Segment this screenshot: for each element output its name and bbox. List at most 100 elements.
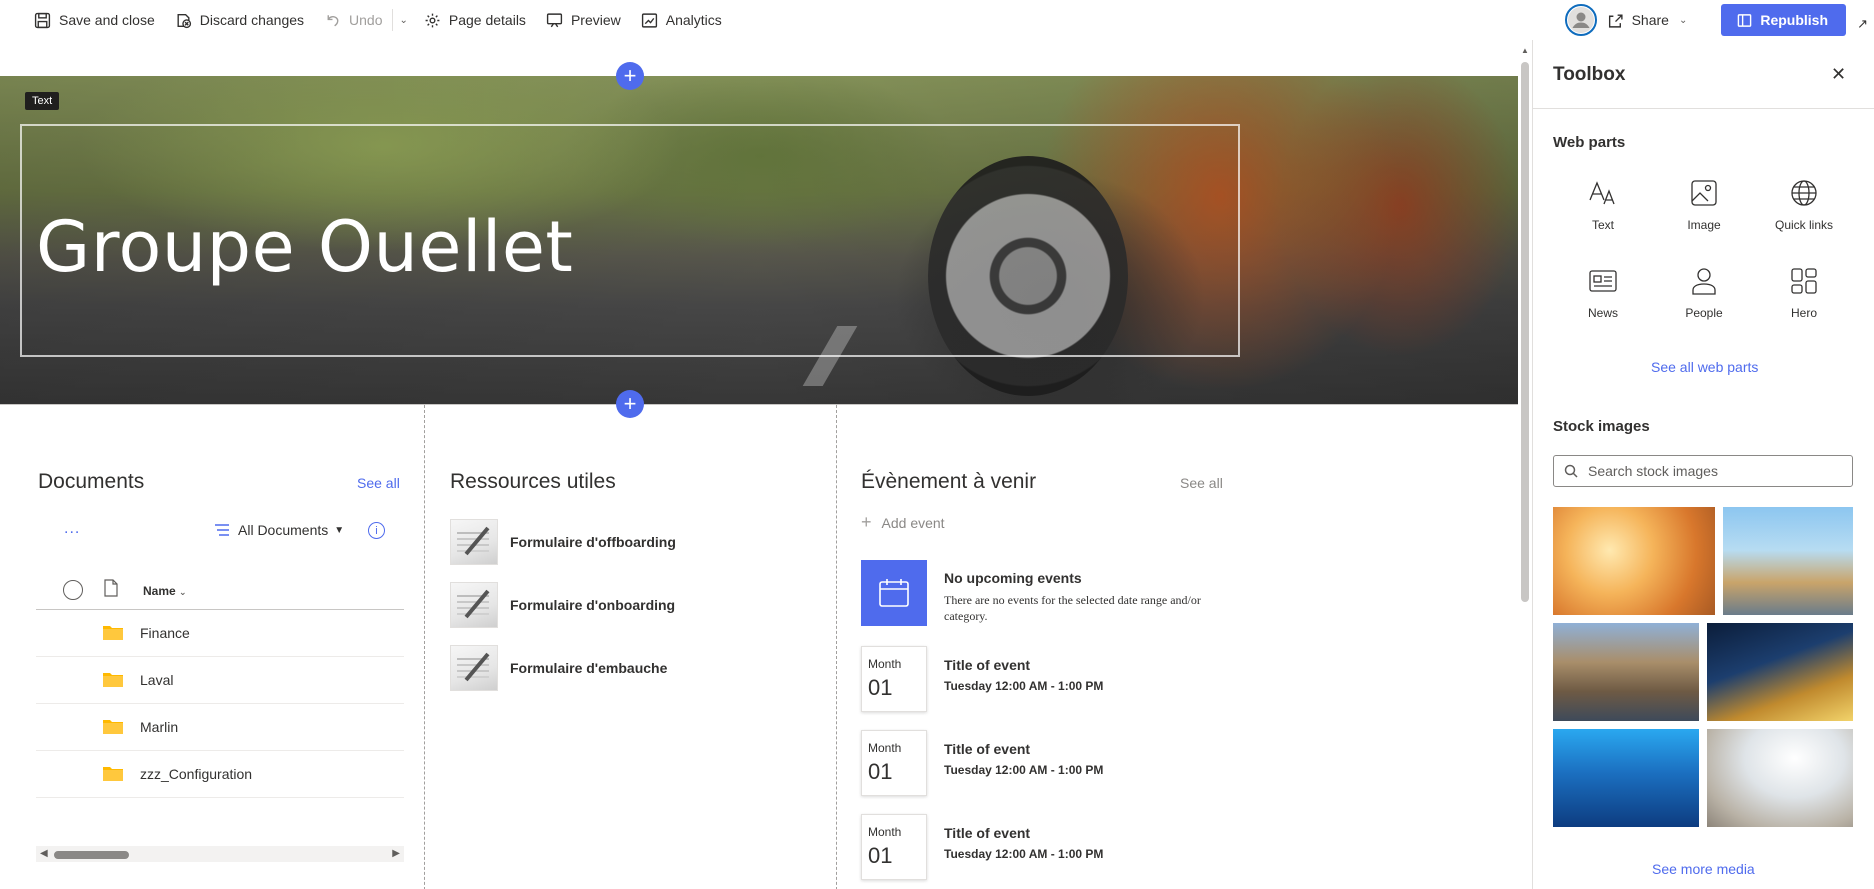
page-details-button[interactable]: Page details	[414, 0, 536, 40]
table-row[interactable]: Finance	[36, 610, 404, 657]
horizontal-scrollbar[interactable]: ◀ ▶	[36, 846, 404, 862]
stock-image-light-trails[interactable]	[1707, 623, 1853, 721]
event-date-tile: Month 01	[861, 814, 927, 880]
name-column-header[interactable]: Name ⌄	[143, 584, 187, 598]
gear-icon	[425, 13, 440, 27]
analytics-label: Analytics	[665, 12, 722, 28]
row-name[interactable]: Laval	[140, 672, 173, 688]
table-row[interactable]: zzz_Configuration	[36, 751, 404, 798]
preview-button[interactable]: Preview	[536, 0, 631, 40]
view-selector[interactable]: All Documents ▼	[214, 522, 344, 538]
document-thumbnail-icon	[450, 645, 498, 691]
hero-banner[interactable]: Text Groupe Ouellet	[0, 76, 1518, 404]
events-see-all-link[interactable]: See all	[1180, 475, 1223, 491]
select-all-radio[interactable]	[63, 580, 83, 600]
close-icon[interactable]: ✕	[1831, 64, 1846, 85]
row-name[interactable]: Marlin	[140, 719, 178, 735]
documents-toolbar: ... All Documents ▼ i	[36, 518, 404, 548]
webpart-image[interactable]: Image	[1654, 178, 1754, 248]
events-webpart: Évènement à venir See all + Add event No…	[861, 470, 1241, 880]
webpart-label: Image	[1687, 218, 1721, 232]
documents-see-all-link[interactable]: See all	[357, 475, 400, 491]
scroll-right-icon[interactable]: ▶	[392, 848, 400, 859]
undo-dropdown-chevron-icon[interactable]: ⌄	[395, 15, 413, 26]
discard-changes-button[interactable]: Discard changes	[165, 0, 314, 40]
event-month: Month	[868, 825, 902, 839]
resource-label: Formulaire d'embauche	[510, 660, 668, 676]
undo-label: Undo	[349, 12, 383, 28]
command-bar: Save and close Discard changes Undo ⌄ Pa…	[0, 0, 1874, 40]
list-view-icon	[215, 524, 229, 536]
no-events-description: There are no events for the selected dat…	[944, 593, 1201, 623]
row-name[interactable]: Finance	[140, 625, 190, 641]
undo-button[interactable]: Undo	[314, 0, 392, 40]
expand-arrow-icon[interactable]: ↗	[1857, 16, 1868, 32]
see-all-web-parts-link[interactable]: See all web parts	[1651, 359, 1758, 375]
search-input[interactable]	[1588, 463, 1838, 479]
image-icon	[1691, 180, 1717, 206]
folder-icon	[103, 720, 123, 734]
undo-divider	[392, 9, 394, 31]
republish-label: Republish	[1760, 12, 1828, 28]
table-row[interactable]: Laval	[36, 657, 404, 704]
resources-title: Ressources utiles	[450, 470, 616, 493]
toolbox-title: Toolbox	[1553, 64, 1626, 85]
webpart-news[interactable]: News	[1553, 266, 1653, 336]
undo-icon	[327, 14, 339, 26]
share-button[interactable]: Share ⌄	[1607, 0, 1698, 40]
stock-image-city-tower[interactable]	[1723, 507, 1853, 615]
hero-title[interactable]: Groupe Ouellet	[36, 206, 573, 288]
more-options-button[interactable]: ...	[64, 520, 80, 538]
analytics-icon	[641, 12, 657, 28]
event-title[interactable]: Title of event	[944, 741, 1030, 757]
share-icon	[1608, 13, 1623, 28]
event-time: Tuesday 12:00 AM - 1:00 PM	[944, 763, 1104, 777]
webpart-label: Quick links	[1774, 218, 1833, 232]
info-icon[interactable]: i	[368, 522, 385, 539]
no-events-title: No upcoming events	[944, 570, 1082, 586]
webpart-text[interactable]: Text	[1553, 178, 1653, 248]
add-section-middle-button[interactable]: +	[616, 390, 644, 418]
resource-link[interactable]: Formulaire d'onboarding	[450, 581, 675, 629]
webpart-quick-links[interactable]: Quick links	[1754, 178, 1854, 248]
stock-image-canal[interactable]	[1553, 623, 1699, 721]
share-chevron-icon: ⌄	[1678, 14, 1688, 26]
stock-image-wheat[interactable]	[1553, 507, 1715, 615]
webpart-label: Text	[1591, 218, 1614, 232]
avatar[interactable]	[1564, 4, 1597, 36]
analytics-button[interactable]: Analytics	[631, 0, 732, 40]
stock-images-search[interactable]	[1553, 455, 1853, 487]
table-row[interactable]: Marlin	[36, 704, 404, 751]
event-day: 01	[868, 843, 893, 868]
row-name[interactable]: zzz_Configuration	[140, 766, 252, 782]
event-title[interactable]: Title of event	[944, 825, 1030, 841]
save-and-close-button[interactable]: Save and close	[0, 0, 165, 40]
webpart-people[interactable]: People	[1654, 266, 1754, 336]
discard-changes-label: Discard changes	[199, 12, 305, 28]
resource-link[interactable]: Formulaire d'offboarding	[450, 518, 676, 566]
add-event-label: Add event	[881, 514, 945, 531]
file-type-icon	[104, 579, 118, 597]
resource-link[interactable]: Formulaire d'embauche	[450, 644, 667, 692]
stock-image-glass-buildings[interactable]	[1553, 729, 1699, 827]
republish-button[interactable]: Republish	[1721, 4, 1846, 36]
page-details-label: Page details	[448, 12, 526, 28]
vertical-scrollbar[interactable]: ▲	[1518, 40, 1532, 889]
web-parts-heading: Web parts	[1553, 134, 1626, 151]
scroll-left-icon[interactable]: ◀	[40, 848, 48, 859]
column-divider-1	[424, 405, 425, 889]
scrollbar-thumb[interactable]	[54, 851, 129, 859]
webpart-hero[interactable]: Hero	[1754, 266, 1854, 336]
add-section-top-button[interactable]: +	[616, 62, 644, 90]
webpart-label: News	[1587, 306, 1618, 320]
event-title[interactable]: Title of event	[944, 657, 1030, 673]
stock-image-stones[interactable]	[1707, 729, 1853, 827]
save-and-close-label: Save and close	[59, 12, 155, 28]
scroll-up-icon[interactable]: ▲	[1521, 46, 1529, 55]
globe-icon	[1791, 180, 1817, 206]
vertical-scrollbar-thumb[interactable]	[1521, 62, 1529, 602]
add-event-button[interactable]: + Add event	[861, 512, 945, 533]
sort-chevron-icon: ⌄	[179, 587, 187, 597]
see-more-media-link[interactable]: See more media	[1652, 861, 1755, 877]
text-icon	[1589, 181, 1615, 205]
